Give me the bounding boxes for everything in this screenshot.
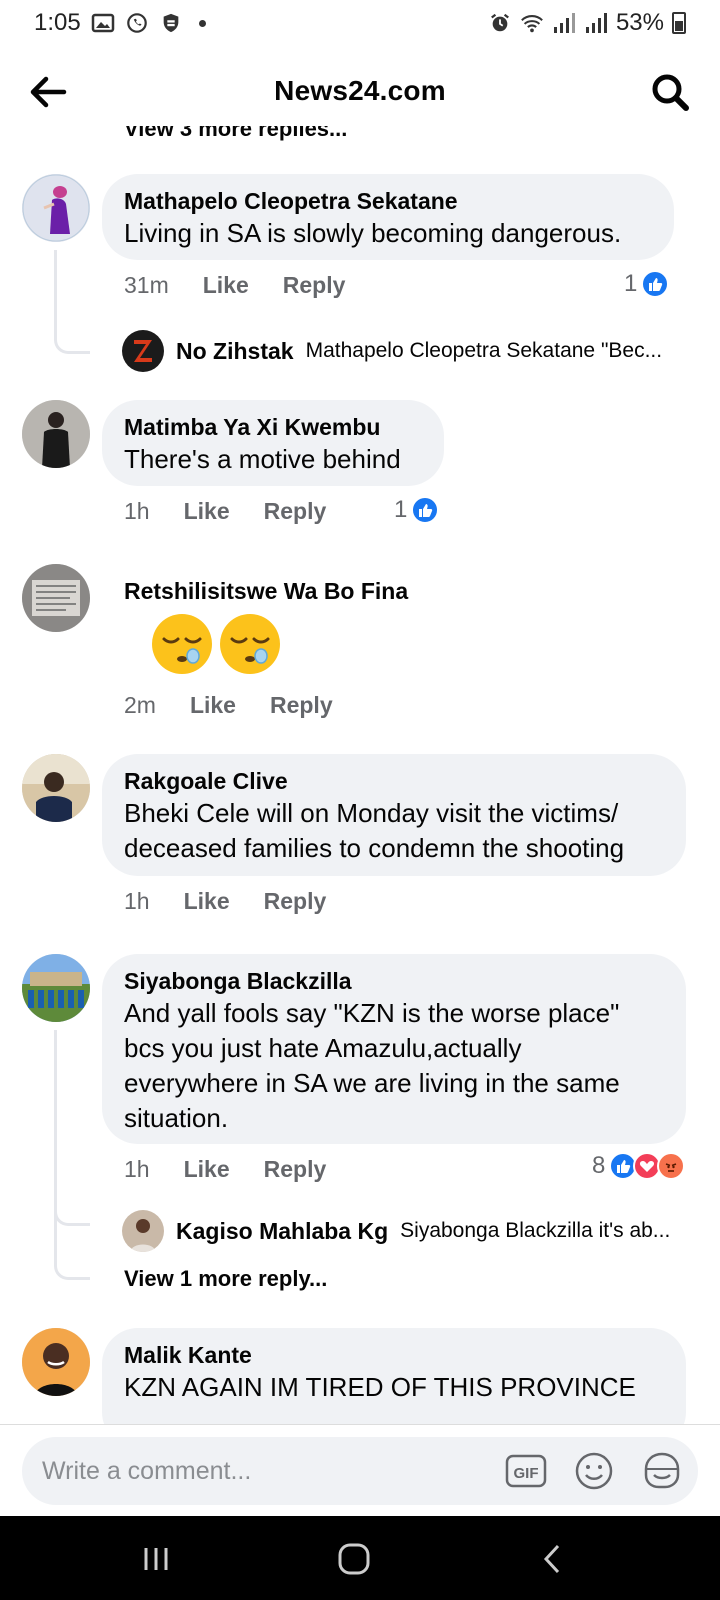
comment-text-line: deceased families to condemn the shootin…	[124, 833, 625, 863]
comment-bubble[interactable]: Mathapelo Cleopetra Sekatane Living in S…	[102, 174, 674, 260]
system-nav-bar	[0, 1516, 720, 1600]
comment-actions: 1h Like Reply	[124, 498, 326, 525]
view-more-replies-link[interactable]: View 3 more replies...	[124, 126, 347, 142]
comment-bubble[interactable]: Siyabonga Blackzilla And yall fools say …	[102, 954, 686, 1144]
comment-input[interactable]	[42, 1456, 472, 1486]
reaction-count: 1	[624, 270, 638, 297]
comment-bubble[interactable]: Matimba Ya Xi Kwembu There's a motive be…	[102, 400, 444, 486]
avatar[interactable]	[22, 400, 90, 468]
comment-actions: 1h Like Reply	[124, 1156, 326, 1183]
reply-author[interactable]: No Zihstak	[176, 338, 294, 365]
avatar[interactable]	[22, 954, 90, 1022]
status-time: 1:05	[34, 9, 81, 36]
emoji-icon[interactable]	[572, 1449, 616, 1493]
comment-text-line: situation.	[124, 1103, 229, 1133]
whatsapp-icon	[126, 13, 147, 33]
comment-time: 1h	[124, 888, 150, 914]
like-button[interactable]: Like	[190, 692, 236, 719]
gallery-icon	[91, 13, 114, 33]
avatar[interactable]	[22, 564, 90, 632]
comment-author[interactable]: Rakgoale Clive	[124, 766, 664, 796]
svg-text:GIF: GIF	[514, 1465, 539, 1482]
sticker-icon[interactable]	[640, 1449, 684, 1493]
reply-button[interactable]: Reply	[270, 692, 333, 719]
angry-reaction-icon	[657, 1152, 686, 1180]
comment-text-line: bcs you just hate Amazulu,actually	[124, 1033, 522, 1063]
comment-time: 2m	[124, 692, 156, 718]
view-more-replies-link[interactable]: View 1 more reply...	[124, 1266, 327, 1292]
gif-icon[interactable]: GIF	[504, 1449, 548, 1493]
wifi-icon	[521, 15, 543, 33]
reply-snippet: Siyabonga Blackzilla it's ab...	[400, 1219, 671, 1242]
like-button[interactable]: Like	[203, 272, 249, 299]
shield-icon	[163, 13, 179, 33]
comment-text: KZN AGAIN IM TIRED OF THIS PROVINCE	[124, 1372, 636, 1402]
avatar[interactable]	[22, 1328, 90, 1396]
comment-composer-bar: GIF	[0, 1424, 720, 1516]
reply-avatar[interactable]	[122, 330, 164, 372]
sleepy-face-icon	[152, 614, 212, 674]
home-icon[interactable]	[334, 1542, 374, 1576]
avatar[interactable]	[22, 754, 90, 822]
reaction-summary[interactable]: 8	[592, 1152, 686, 1180]
reply-button[interactable]: Reply	[264, 1156, 327, 1183]
comment-time: 1h	[124, 1156, 150, 1182]
signal-icon-2	[585, 13, 607, 33]
like-button[interactable]: Like	[184, 498, 230, 525]
reply-preview[interactable]: Kagiso Mahlaba Kg Siyabonga Blackzilla i…	[122, 1210, 670, 1252]
reaction-count: 8	[592, 1152, 606, 1179]
comment-emoji	[150, 612, 282, 676]
reaction-count: 1	[394, 496, 408, 523]
comment-time: 1h	[124, 498, 150, 524]
comment-text-line: Bheki Cele will on Monday visit the vict…	[124, 798, 619, 828]
reply-button[interactable]: Reply	[264, 888, 327, 915]
page-title: News24.com	[274, 75, 446, 106]
comment-actions: 2m Like Reply	[124, 692, 333, 719]
battery-percent: 53%	[615, 9, 664, 36]
comment-author[interactable]: Siyabonga Blackzilla	[124, 966, 664, 996]
search-icon[interactable]	[648, 70, 692, 114]
reply-button[interactable]: Reply	[264, 498, 327, 525]
status-bar: 1:05 53%	[0, 0, 720, 46]
comment-text-line: And yall fools say "KZN is the worse pla…	[124, 998, 620, 1028]
comment-composer[interactable]: GIF	[22, 1437, 698, 1505]
reply-author[interactable]: Kagiso Mahlaba Kg	[176, 1218, 388, 1245]
signal-icon-1	[553, 13, 575, 33]
comment-text-line: everywhere in SA we are living in the sa…	[124, 1068, 620, 1098]
comment-text: Living in SA is slowly becoming dangerou…	[124, 218, 622, 248]
avatar[interactable]	[22, 174, 90, 242]
reaction-summary[interactable]: 1	[394, 496, 440, 524]
thread-line	[54, 250, 90, 354]
comment-author[interactable]: Mathapelo Cleopetra Sekatane	[124, 186, 652, 216]
reply-preview[interactable]: No Zihstak Mathapelo Cleopetra Sekatane …	[122, 330, 662, 372]
comment-bubble[interactable]: Malik Kante KZN AGAIN IM TIRED OF THIS P…	[102, 1328, 686, 1424]
notification-dot	[198, 19, 206, 27]
like-button[interactable]: Like	[184, 888, 230, 915]
comment-text: There's a motive behind	[124, 444, 401, 474]
like-button[interactable]: Like	[184, 1156, 230, 1183]
comment-time: 31m	[124, 272, 169, 298]
alarm-icon	[491, 13, 509, 32]
system-back-icon[interactable]	[534, 1542, 574, 1576]
comment-bubble[interactable]: Rakgoale Clive Bheki Cele will on Monday…	[102, 754, 686, 876]
comment-author[interactable]: Retshilisitswe Wa Bo Fina	[124, 576, 408, 606]
reply-avatar[interactable]	[122, 1210, 164, 1252]
battery-icon	[672, 12, 686, 34]
page-header: News24.com	[0, 56, 720, 126]
recent-apps-icon[interactable]	[138, 1542, 178, 1576]
back-arrow-icon[interactable]	[26, 70, 70, 114]
comment-actions: 31m Like Reply	[124, 272, 345, 299]
comment-actions: 1h Like Reply	[124, 888, 326, 915]
reply-snippet: Mathapelo Cleopetra Sekatane "Bec...	[305, 339, 663, 362]
comments-feed[interactable]: View 3 more replies... Mathapelo Cleopet…	[0, 126, 720, 1424]
thread-line	[54, 1030, 90, 1280]
reply-button[interactable]: Reply	[283, 272, 346, 299]
like-reaction-icon	[641, 270, 670, 298]
sleepy-face-icon	[220, 614, 280, 674]
like-reaction-icon	[411, 496, 440, 524]
reaction-summary[interactable]: 1	[624, 270, 670, 298]
comment-author[interactable]: Malik Kante	[124, 1340, 664, 1370]
comment-author[interactable]: Matimba Ya Xi Kwembu	[124, 412, 422, 442]
